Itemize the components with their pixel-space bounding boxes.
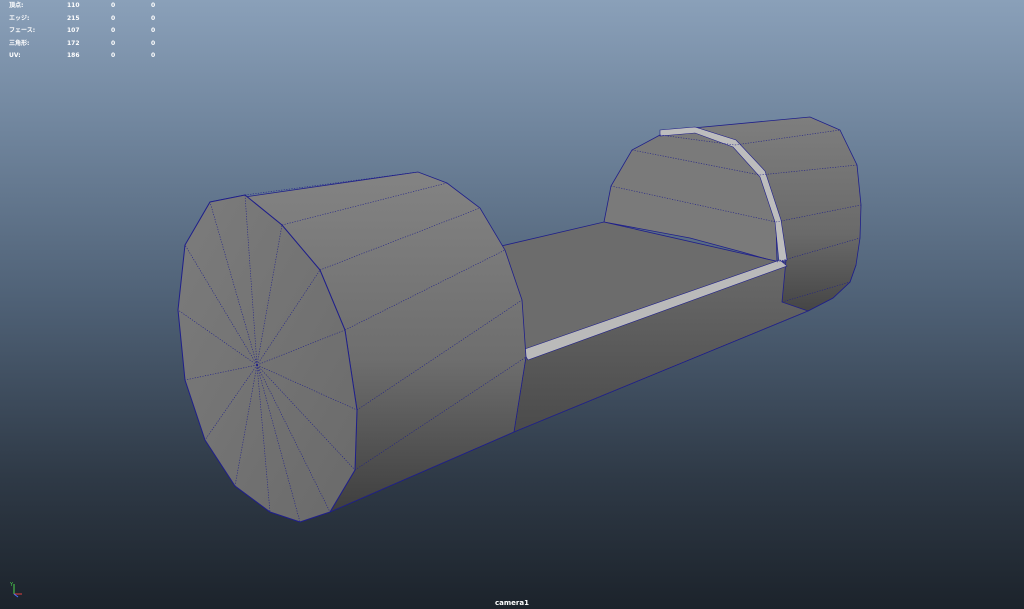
polygon-model[interactable] [0,0,1024,609]
hud-row-uvs: UV: 186 0 0 [9,50,171,63]
hud-value: 0 [111,27,116,35]
hud-value: 0 [151,39,156,47]
camera-name-label: camera1 [495,599,529,607]
hud-value: 0 [111,2,116,9]
viewport-panel[interactable]: 頂点: 110 0 0 エッジ: 215 0 0 フェース: 107 0 0 三… [0,0,1024,609]
hud-value: 0 [111,39,116,47]
hud-value: 0 [151,14,156,22]
hud-label: エッジ: [9,14,30,22]
hud-value: 0 [151,27,156,35]
hud-value: 107 [67,27,80,35]
hud-row-vertices: 頂点: 110 0 0 [9,0,171,13]
hud-value: 0 [151,2,156,9]
axis-y-label: Y [9,582,14,588]
hud-row-faces: フェース: 107 0 0 [9,25,171,38]
heads-up-poly-count: 頂点: 110 0 0 エッジ: 215 0 0 フェース: 107 0 0 三… [9,0,171,63]
hud-value: 0 [111,14,116,22]
hud-value: 215 [67,14,80,22]
hud-label: 三角形: [9,39,30,47]
hud-value: 172 [67,39,80,47]
hud-value: 0 [151,52,156,60]
hud-label: UV: [9,52,21,60]
hud-row-edges: エッジ: 215 0 0 [9,13,171,26]
hud-label: フェース: [9,27,36,35]
hud-value: 186 [67,52,80,60]
view-axis-icon: Y [9,582,22,598]
hud-value: 110 [67,2,80,9]
hud-row-triangles: 三角形: 172 0 0 [9,38,171,51]
hud-label: 頂点: [9,2,24,9]
hud-value: 0 [111,52,116,60]
